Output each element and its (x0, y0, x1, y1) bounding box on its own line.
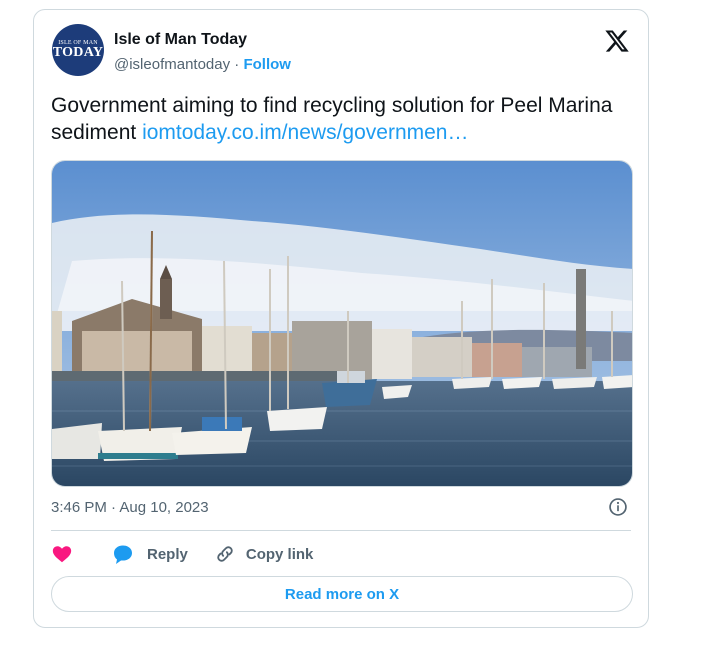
avatar-line-bottom: TODAY (52, 45, 104, 60)
tweet-text: Government aiming to find recycling solu… (51, 92, 621, 146)
article-link[interactable]: iomtoday.co.im/news/governmen… (142, 121, 468, 144)
handle-separator: · (234, 56, 240, 73)
speech-bubble-icon (114, 545, 132, 564)
divider (51, 530, 631, 531)
follow-button[interactable]: Follow (243, 56, 291, 73)
tweet-timestamp[interactable]: 3:46 PM · Aug 10, 2023 (51, 499, 209, 516)
reply-label: Reply (147, 545, 188, 563)
link-icon (217, 546, 233, 562)
copy-link-button[interactable]: Copy link (214, 543, 314, 565)
reply-button[interactable]: Reply (111, 542, 188, 566)
copy-link-label: Copy link (245, 545, 314, 563)
heart-icon (52, 546, 72, 563)
account-name[interactable]: Isle of Man Today (114, 31, 247, 49)
harbour-photo (52, 161, 632, 486)
tweet-card: ISLE OF MAN TODAY Isle of Man Today @isl… (33, 9, 649, 628)
account-handle-row: @isleofmantoday · Follow (114, 56, 291, 73)
x-logo-icon[interactable] (604, 28, 630, 54)
action-bar: Reply Copy link (51, 540, 313, 568)
read-more-button[interactable]: Read more on X (51, 576, 633, 612)
account-handle[interactable]: @isleofmantoday (114, 56, 230, 73)
tweet-photo[interactable] (51, 160, 633, 487)
info-icon[interactable] (608, 497, 628, 517)
like-button[interactable] (51, 543, 73, 565)
avatar[interactable]: ISLE OF MAN TODAY (52, 24, 104, 76)
